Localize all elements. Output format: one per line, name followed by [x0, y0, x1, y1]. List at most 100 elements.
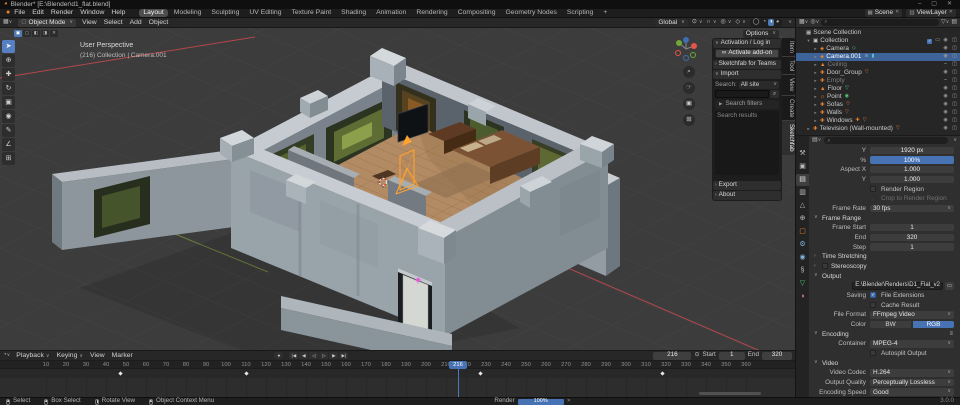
teams-section-header[interactable]: › Sketchfab for Teams: [713, 60, 781, 69]
properties-search-input[interactable]: ⌕: [824, 137, 949, 145]
eye-open-icon[interactable]: ◉: [942, 46, 949, 52]
eye-open-icon[interactable]: ◉: [942, 38, 949, 44]
screen-icon[interactable]: ▭: [935, 38, 940, 44]
viewport-menu-object[interactable]: Object: [149, 19, 169, 26]
outliner-row-sofas[interactable]: ▸ ✚ Sofas ▽ ◉ ◫: [796, 101, 960, 109]
scene-properties-tab[interactable]: △: [796, 200, 809, 212]
render-properties-tab[interactable]: ▣: [796, 161, 809, 173]
zoom-icon[interactable]: ⌕: [683, 66, 695, 78]
annotate-tool[interactable]: ✎: [2, 124, 15, 137]
checkbox-crop-to-render-region[interactable]: [870, 195, 876, 202]
disclosure-icon[interactable]: ▸: [813, 54, 818, 60]
outliner-filter-mode-icon[interactable]: ◎∨: [810, 19, 819, 26]
eye-open-icon[interactable]: ◉: [942, 86, 949, 92]
disclosure-icon[interactable]: ▾: [806, 38, 811, 44]
render-visibility-icon[interactable]: ◫: [951, 54, 958, 60]
workspace-tab--[interactable]: +: [599, 9, 611, 17]
workspace-tab-compositing[interactable]: Compositing: [454, 9, 500, 17]
keying-set-icon[interactable]: ⊙: [694, 352, 699, 359]
playhead-frame-badge[interactable]: 216: [449, 361, 467, 369]
value-field-aspect-x[interactable]: 1.000: [870, 165, 954, 174]
scale-tool[interactable]: ▣: [2, 96, 15, 109]
view-layer-unlink-icon[interactable]: ✕: [949, 10, 953, 16]
auto-keying-button[interactable]: ●: [274, 352, 284, 359]
frame-start-field[interactable]: 1: [718, 351, 745, 360]
eye-open-icon[interactable]: ◉: [942, 54, 949, 60]
timeline-tracks[interactable]: [0, 369, 795, 397]
workspace-tab-modeling[interactable]: Modeling: [170, 9, 206, 17]
eye-open-icon[interactable]: ◉: [942, 70, 949, 76]
menu-render[interactable]: Render: [51, 9, 73, 16]
checkbox-file-extensions[interactable]: ✓: [870, 292, 876, 299]
rotate-tool[interactable]: ↻: [2, 82, 15, 95]
outliner-row-door-group[interactable]: ▸ ✚ Door_Group ▽ ◉ ◫: [796, 69, 960, 77]
shading-rendered[interactable]: ◕: [775, 19, 781, 26]
modifiers-properties-tab[interactable]: ⚙: [796, 239, 809, 251]
value-field-y[interactable]: 1920 px: [870, 146, 954, 155]
value-field-step[interactable]: 1: [870, 243, 954, 251]
minimize-button[interactable]: –: [918, 1, 921, 8]
panel-header-frame-range[interactable]: ∨ Frame Range: [810, 213, 959, 223]
workspace-tab-texture-paint[interactable]: Texture Paint: [287, 9, 335, 17]
shading-wireframe[interactable]: ◯: [752, 19, 761, 26]
editor-type-icon[interactable]: ▦∨: [3, 19, 12, 26]
outliner-row-empty[interactable]: ▸ ✚ Empty ⌣ ◫: [796, 77, 960, 85]
outliner-search-input[interactable]: ⌕: [821, 19, 940, 26]
search-results-box[interactable]: Search results: [715, 111, 779, 175]
panel-header-encoding[interactable]: ∨ Encoding ≡: [810, 329, 959, 339]
outliner-row-ceiling[interactable]: ▸ ▲ Ceiling ⌣ ◫: [796, 61, 960, 69]
add-cube-tool[interactable]: ⊞: [2, 152, 15, 165]
timeline-editor-icon[interactable]: ◔∨: [3, 352, 10, 359]
value-field--[interactable]: 100%: [870, 156, 954, 164]
overlays-icon[interactable]: ◇ ∨: [735, 19, 745, 26]
options-dropdown[interactable]: Options ∨: [742, 30, 779, 38]
eye-open-icon[interactable]: ◉: [942, 110, 949, 116]
view-layer-properties-tab[interactable]: ▥: [796, 187, 809, 199]
tab-item[interactable]: Item: [782, 38, 795, 57]
constraints-properties-tab[interactable]: §: [796, 265, 809, 277]
dropdown-encoding-speed[interactable]: Good ∨: [870, 388, 954, 396]
exclude-checkbox[interactable]: ✓: [927, 38, 933, 44]
value-field-end[interactable]: 320: [870, 233, 954, 242]
render-visibility-icon[interactable]: ◫: [951, 118, 958, 124]
perspective-toggle-icon[interactable]: ⊞: [683, 114, 695, 126]
workspace-tab-layout[interactable]: Layout: [139, 9, 168, 17]
viewport-menu-add[interactable]: Add: [130, 19, 142, 26]
search-icon[interactable]: ⌕: [770, 90, 779, 98]
tab-create[interactable]: Create: [782, 95, 795, 121]
render-visibility-icon[interactable]: ◫: [951, 46, 958, 52]
checkbox-render-region[interactable]: [870, 186, 876, 193]
import-section-header[interactable]: ∨ Import: [713, 70, 781, 79]
outliner-row-camera-001[interactable]: ▸ ◈ Camera.001 ≋ ▮ ◉ ◫: [796, 53, 960, 61]
eye-closed-icon[interactable]: ⌣: [942, 62, 949, 68]
render-visibility-icon[interactable]: ◫: [951, 94, 958, 100]
dropdown-frame-rate[interactable]: 30 fps ∨: [870, 204, 954, 213]
outliner-row-camera[interactable]: ▸ ◈ Camera ◇ ◉ ◫: [796, 45, 960, 53]
object-data-properties-tab[interactable]: ▽: [796, 278, 809, 290]
outliner-row-point[interactable]: ▸ ☼ Point ◉ ◉ ◫: [796, 93, 960, 101]
disclosure-icon[interactable]: ▸: [813, 70, 818, 76]
properties-options-icon[interactable]: ∨: [953, 137, 957, 144]
transform-tool[interactable]: ◉: [2, 110, 15, 123]
dropdown-video-codec[interactable]: H.264 ∨: [870, 369, 954, 377]
timeline-menu-view[interactable]: View: [90, 352, 105, 360]
about-section-header[interactable]: › About: [713, 191, 781, 200]
workspace-tab-sculpting[interactable]: Sculpting: [207, 9, 243, 17]
scene-unlink-icon[interactable]: ✕: [895, 10, 899, 16]
outliner-row-windows[interactable]: ▸ ✚ Windows ✚ ▽ ◉ ◫: [796, 117, 960, 125]
disclosure-icon[interactable]: ▸: [806, 126, 811, 132]
proportional-editing-icon[interactable]: ◎ ∨: [721, 19, 732, 26]
eye-open-icon[interactable]: ◉: [942, 102, 949, 108]
dropdown-file-format[interactable]: FFmpeg Video ∨: [870, 311, 954, 319]
maximize-button[interactable]: ▢: [931, 1, 937, 8]
dropdown-container[interactable]: MPEG-4 ∨: [870, 340, 954, 348]
measure-tool[interactable]: ∠: [2, 138, 15, 151]
disclosure-icon[interactable]: ▸: [813, 110, 818, 116]
panel-header-stereoscopy[interactable]: › Stereoscopy: [810, 262, 959, 272]
viewport-menu-select[interactable]: Select: [104, 19, 123, 26]
tab-view[interactable]: View: [782, 75, 795, 95]
disclosure-icon[interactable]: ▸: [813, 94, 818, 100]
render-visibility-icon[interactable]: ◫: [951, 86, 958, 92]
outliner-display-mode-icon[interactable]: ▦∨: [799, 19, 808, 26]
properties-editor-icon[interactable]: ▤∨: [812, 137, 821, 144]
